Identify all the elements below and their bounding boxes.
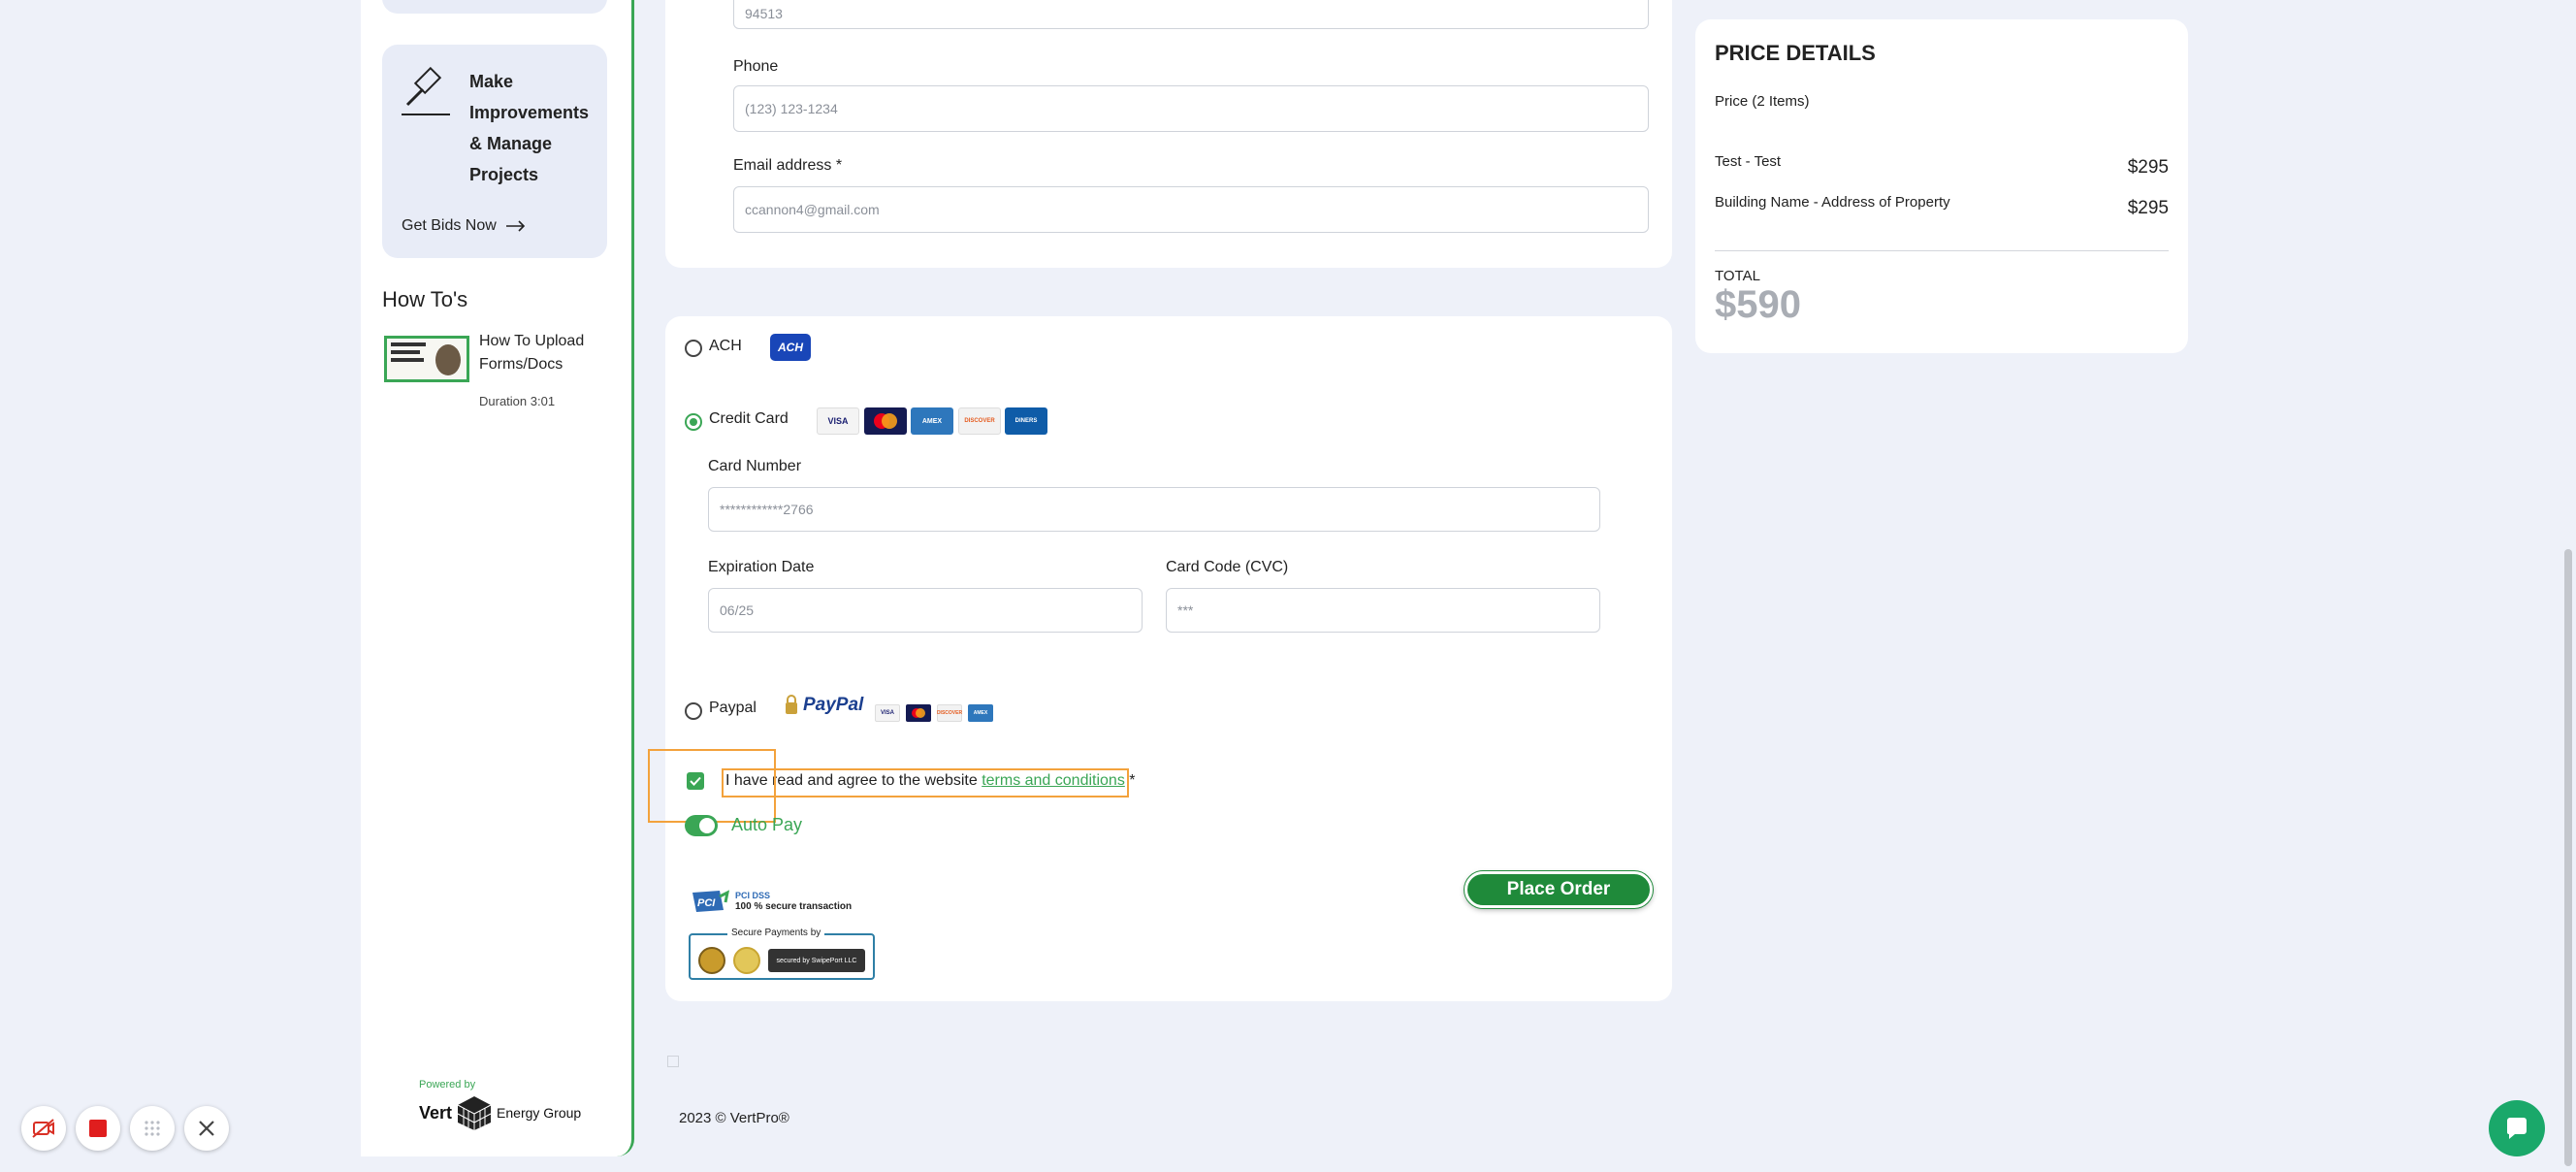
- page-scrollbar[interactable]: [2560, 0, 2576, 1172]
- paypal-amex-icon: AMEX: [968, 704, 993, 722]
- paypal-radio[interactable]: [685, 702, 702, 720]
- secure-payments-label: Secure Payments by: [727, 928, 825, 938]
- small-placeholder-icon: [667, 1056, 679, 1067]
- price-details-card: PRICE DETAILS Price (2 Items) Test - Tes…: [1695, 19, 2188, 353]
- amex-logo-icon: AMEX: [911, 407, 953, 435]
- chat-icon: [2507, 1118, 2527, 1139]
- scrollbar-thumb[interactable]: [2564, 549, 2572, 1166]
- card-number-label: Card Number: [708, 458, 802, 474]
- howto-duration: Duration 3:01: [479, 394, 556, 408]
- howto-thumbnail[interactable]: [384, 336, 469, 382]
- payment-card: ACH ACH Credit Card VISA AMEX DISCOVER D…: [648, 316, 1672, 1001]
- autopay-label: Auto Pay: [731, 815, 803, 834]
- paypal-logo-text: PayPal: [803, 695, 864, 715]
- price-item-value: $295: [2127, 198, 2169, 218]
- secure-payments-badge: Secure Payments by secured by SwipePort …: [689, 928, 875, 980]
- close-icon: [199, 1121, 214, 1136]
- sidebar-card-top: [382, 0, 607, 14]
- check-icon: [690, 776, 701, 786]
- price-details-title: PRICE DETAILS: [1715, 41, 1876, 65]
- ach-label: ACH: [709, 338, 742, 354]
- mastercard-logo-icon: [864, 407, 907, 435]
- camera-off-button[interactable]: [21, 1106, 66, 1151]
- price-item-label: Test - Test: [1715, 153, 1782, 170]
- ach-logo-icon: ACH: [770, 334, 811, 361]
- total-label: TOTAL: [1715, 268, 1760, 284]
- paypal-visa-icon: VISA: [875, 704, 900, 722]
- card-number-field[interactable]: ************2766: [708, 487, 1600, 532]
- expiration-label: Expiration Date: [708, 559, 815, 575]
- vert-energy-logo: Vert Energy Group: [419, 1094, 581, 1131]
- autopay-toggle[interactable]: [685, 815, 718, 836]
- cvc-label: Card Code (CVC): [1166, 559, 1289, 575]
- phone-label: Phone: [733, 58, 779, 75]
- ach-radio[interactable]: [685, 340, 702, 357]
- stop-recording-button[interactable]: [76, 1106, 120, 1151]
- agree-checkbox[interactable]: [687, 772, 704, 790]
- improvements-card[interactable]: Make Improvements & Manage Projects Get …: [382, 45, 607, 258]
- gavel-icon: [402, 66, 450, 115]
- grid-icon: [145, 1121, 160, 1136]
- price-divider: [1715, 250, 2169, 251]
- phone-field[interactable]: (123) 123-1234: [733, 85, 1649, 132]
- howtos-title: How To's: [382, 287, 468, 311]
- email-field[interactable]: ccannon4@gmail.com: [733, 186, 1649, 233]
- diners-logo-icon: DINERS: [1005, 407, 1047, 435]
- energy-group-text: Energy Group: [497, 1105, 582, 1121]
- improvements-card-title: Make Improvements & Manage Projects: [469, 72, 590, 184]
- footer-copyright: 2023 © VertPro®: [679, 1110, 789, 1126]
- price-item-label: Building Name - Address of Property: [1715, 194, 1950, 211]
- paypal-mastercard-icon: [906, 704, 931, 722]
- get-bids-label: Get Bids Now: [402, 217, 497, 234]
- pci-dss-label: PCI DSS: [735, 891, 771, 900]
- chat-button[interactable]: [2489, 1100, 2545, 1156]
- zip-field[interactable]: 94513: [733, 0, 1649, 29]
- get-bids-link[interactable]: Get Bids Now: [402, 217, 526, 235]
- arrow-right-icon: [505, 220, 525, 232]
- badge-seal-2-icon: [733, 947, 760, 974]
- agree-required: *: [1124, 772, 1136, 789]
- expiration-field[interactable]: 06/25: [708, 588, 1143, 633]
- paypal-discover-icon: DISCOVER: [937, 704, 962, 722]
- visa-logo-icon: VISA: [817, 407, 859, 435]
- contact-info-card: 94513 Phone (123) 123-1234 Email address…: [665, 0, 1672, 268]
- cube-logo-icon: [457, 1096, 492, 1130]
- pci-shield-icon: PCI: [692, 890, 729, 912]
- pci-secure-text: 100 % secure transaction: [735, 901, 853, 912]
- badge-seal-icon: [698, 947, 725, 974]
- pci-badge: PCI PCI DSS 100 % secure transaction: [691, 889, 852, 914]
- grid-button[interactable]: [130, 1106, 175, 1151]
- agree-label: I have read and agree to the website: [725, 772, 982, 789]
- credit-card-radio[interactable]: [685, 413, 702, 431]
- credit-card-label: Credit Card: [709, 410, 789, 427]
- total-value: $590: [1715, 283, 1801, 326]
- stop-icon: [89, 1120, 107, 1137]
- vert-logo-text: Vert: [419, 1102, 453, 1123]
- howto-link[interactable]: How To Upload Forms/Docs: [479, 330, 605, 376]
- agree-text: I have read and agree to the website ter…: [725, 772, 1136, 790]
- terms-link[interactable]: terms and conditions: [982, 772, 1125, 789]
- secured-by-tag: secured by SwipePort LLC: [768, 949, 865, 972]
- camera-off-icon: [32, 1119, 54, 1138]
- paypal-logo-icon: PayPal: [784, 695, 863, 716]
- close-button[interactable]: [184, 1106, 229, 1151]
- cvc-field[interactable]: ***: [1166, 588, 1600, 633]
- price-items-count: Price (2 Items): [1715, 93, 1810, 110]
- email-label: Email address *: [733, 157, 843, 174]
- powered-by-label: Powered by: [419, 1079, 476, 1091]
- place-order-button[interactable]: Place Order: [1465, 871, 1653, 908]
- discover-logo-icon: DISCOVER: [958, 407, 1001, 435]
- paypal-label: Paypal: [709, 700, 757, 716]
- svg-text:PCI: PCI: [697, 897, 716, 909]
- sidebar: Make Improvements & Manage Projects Get …: [361, 0, 634, 1156]
- price-item-value: $295: [2127, 157, 2169, 178]
